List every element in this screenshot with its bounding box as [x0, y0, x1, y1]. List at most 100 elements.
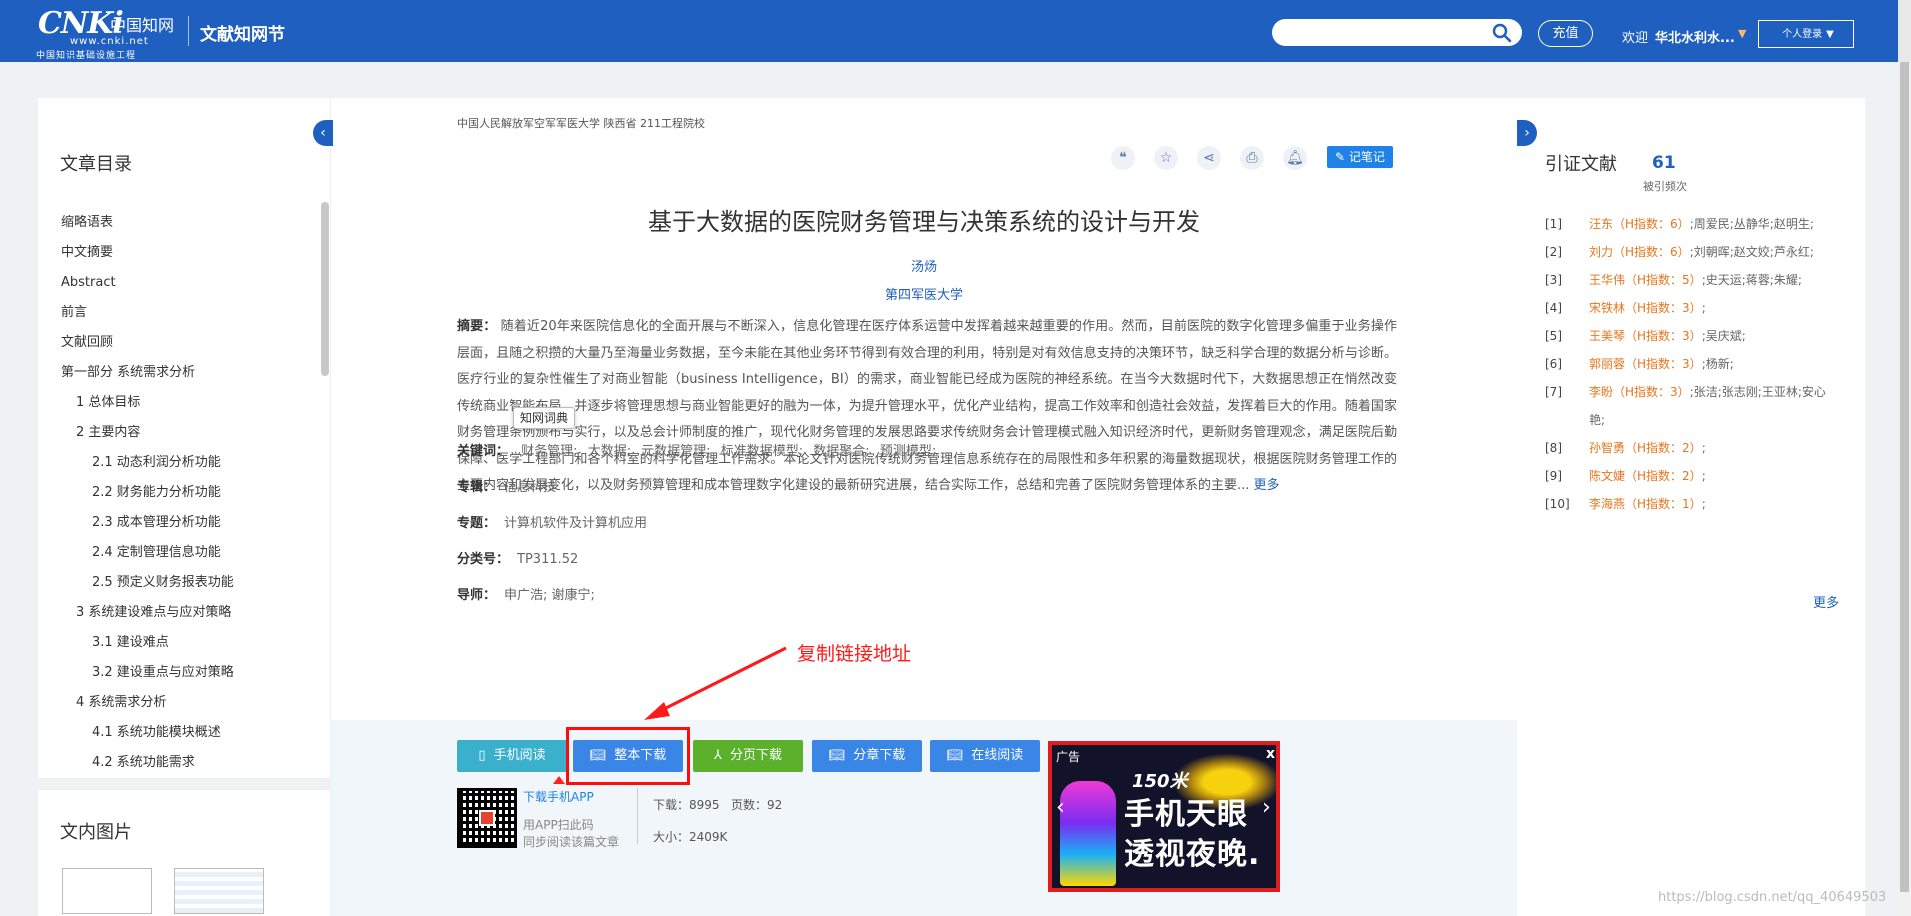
welcome-text: 欢迎 — [1622, 31, 1649, 46]
page-download-button[interactable]: ⅄ 分页下载 — [693, 740, 803, 772]
logo-url: www.cnki.net — [70, 36, 149, 47]
toc-item[interactable]: 2.1 动态利润分析功能 — [38, 448, 318, 478]
citation-author[interactable]: 宋铁林 — [1589, 301, 1625, 315]
citation-item[interactable]: [7] 李盼（H指数：3）;张洁;张志刚;王亚林;安心艳; — [1545, 378, 1841, 434]
keyword-link[interactable]: 大数据; — [588, 444, 631, 459]
citation-item[interactable]: [4] 宋铁林（H指数：3）; — [1545, 294, 1841, 322]
search-icon[interactable] — [1491, 22, 1513, 44]
ad-slogan: 手机天眼 透视夜晚. — [1124, 795, 1260, 875]
cnki-logo[interactable]: CNKi 中国知网 www.cnki.net 中国知识基础设施工程 — [36, 6, 178, 61]
citation-count[interactable]: 61 — [1652, 153, 1676, 173]
h-index: （H指数：3） — [1613, 385, 1690, 399]
close-icon[interactable]: x — [1266, 746, 1275, 762]
site-name[interactable]: 文献知网节 — [200, 20, 285, 45]
download-count: 下载：8995 — [653, 798, 720, 812]
citation-item[interactable]: [3] 王华伟（H指数：5）;史天运;蒋蓉;朱耀; — [1545, 266, 1841, 294]
citation-item[interactable]: [2] 刘力（H指数：6）;刘朝晖;赵文姣;芦永红; — [1545, 238, 1841, 266]
toc-item[interactable]: 2.3 成本管理分析功能 — [38, 508, 318, 538]
toc-item[interactable]: 3.1 建设难点 — [38, 628, 318, 658]
quote-icon[interactable]: ❝ — [1111, 146, 1135, 170]
print-icon[interactable]: ⎙ — [1240, 146, 1264, 170]
pointer-triangle — [553, 776, 565, 784]
citation-index: [9] — [1545, 469, 1562, 483]
toc-item[interactable]: 2.5 预定义财务报表功能 — [38, 568, 318, 598]
citation-author[interactable]: 孙智勇 — [1589, 441, 1625, 455]
citation-author[interactable]: 王华伟 — [1589, 273, 1625, 287]
search-input[interactable] — [1272, 19, 1522, 46]
toc-item[interactable]: 2.4 定制管理信息功能 — [38, 538, 318, 568]
topic-row: 专题： 计算机软件及计算机应用 — [457, 512, 647, 531]
citation-author[interactable]: 李海燕 — [1589, 497, 1625, 511]
toc-item[interactable]: 2 主要内容 — [38, 418, 318, 448]
toc-item[interactable]: 文献回顾 — [38, 328, 318, 358]
toc-item[interactable]: 缩略语表 — [38, 208, 318, 238]
citations-more-link[interactable]: 更多 — [1813, 592, 1839, 611]
class-row: 分类号： TP311.52 — [457, 548, 578, 567]
keyword-link[interactable]: 预测模型; — [880, 444, 936, 459]
file-size: 大小：2409K — [653, 830, 728, 844]
citation-author[interactable]: 王美琴 — [1589, 329, 1625, 343]
chevron-left-icon[interactable]: ‹ — [1056, 795, 1065, 820]
citation-item[interactable]: [9] 陈文婕（H指数：2）; — [1545, 462, 1841, 490]
advisor-value[interactable]: 申广浩; 谢康宁; — [504, 588, 595, 603]
pencil-icon: ✎ — [1335, 150, 1349, 164]
toc-item[interactable]: 2.2 财务能力分析功能 — [38, 478, 318, 508]
collapse-left-icon[interactable]: ‹ — [313, 120, 333, 146]
citation-item[interactable]: [6] 郭丽蓉（H指数：3）;杨新; — [1545, 350, 1841, 378]
personal-login-button[interactable]: 个人登录 ▼ — [1758, 20, 1854, 48]
keyword-link[interactable]: 数据聚合; — [813, 444, 869, 459]
citation-author[interactable]: 刘力 — [1589, 245, 1613, 259]
qr-logo — [479, 810, 495, 826]
author-link[interactable]: 汤炀 — [331, 256, 1517, 275]
toc-item[interactable]: 4.1 系统功能模块概述 — [38, 718, 318, 748]
toc-item[interactable]: 4.2 系统功能需求 — [38, 748, 318, 778]
toc-item[interactable]: 第一部分 系统需求分析 — [38, 358, 318, 388]
affiliation-link[interactable]: 第四军医大学 — [331, 284, 1517, 303]
citation-author[interactable]: 郭丽蓉 — [1589, 357, 1625, 371]
toc-item[interactable]: 3 系统建设难点与应对策略 — [38, 598, 318, 628]
download-app-link[interactable]: 下载手机APP — [523, 788, 594, 805]
citation-author[interactable]: 李盼 — [1589, 385, 1613, 399]
citation-author[interactable]: 汪东 — [1589, 217, 1613, 231]
citation-item[interactable]: [8] 孙智勇（H指数：2）; — [1545, 434, 1841, 462]
figure-thumbnail[interactable] — [174, 868, 264, 914]
citation-author[interactable]: 陈文婕 — [1589, 469, 1625, 483]
app-hint: 用APP扫此码 — [523, 818, 594, 832]
toc-item[interactable]: 4 系统需求分析 — [38, 688, 318, 718]
recharge-button[interactable]: 充值 — [1538, 20, 1593, 47]
toc-item[interactable]: 1 总体目标 — [38, 388, 318, 418]
keyword-link[interactable]: 标准数据模型; — [721, 444, 803, 459]
toc-scrollbar[interactable] — [321, 202, 329, 376]
book-icon: 📖︎ — [828, 748, 846, 763]
chevron-right-icon[interactable]: › — [1262, 795, 1271, 820]
online-read-button[interactable]: 📖︎ 在线阅读 — [930, 740, 1040, 772]
series-row: 专辑： 信息科技 — [457, 476, 556, 495]
toc-item[interactable]: Abstract — [38, 268, 318, 298]
share-icon[interactable]: ⋖ — [1197, 146, 1221, 170]
take-note-button[interactable]: ✎ 记笔记 — [1327, 146, 1393, 168]
citation-item[interactable]: [5] 王美琴（H指数：3）;吴庆斌; — [1545, 322, 1841, 350]
bell-icon[interactable]: 🔔︎ — [1283, 146, 1307, 170]
chapter-download-button[interactable]: 📖︎ 分章下载 — [812, 740, 922, 772]
figure-thumbnail[interactable] — [62, 868, 152, 914]
page-download-label: 分页下载 — [729, 748, 782, 763]
keyword-link[interactable]: 元数据管理; — [641, 444, 710, 459]
keyword-link[interactable]: 财务管理; — [521, 444, 577, 459]
paper-title: 基于大数据的医院财务管理与决策系统的设计与开发 — [648, 208, 1200, 236]
citation-index: [5] — [1545, 329, 1562, 343]
mobile-read-button[interactable]: ▯ 手机阅读 — [457, 740, 567, 772]
star-icon[interactable]: ☆ — [1154, 146, 1178, 170]
toc-item[interactable]: 中文摘要 — [38, 238, 318, 268]
citation-index: [4] — [1545, 301, 1562, 315]
dictionary-tooltip[interactable]: 知网词典 — [513, 407, 576, 429]
h-index: （H指数：1） — [1625, 497, 1702, 511]
toc-item[interactable]: 前言 — [38, 298, 318, 328]
citation-item[interactable]: [10] 李海燕（H指数：1）; — [1545, 490, 1841, 518]
citation-item[interactable]: [1] 汪东（H指数：6）;周爱民;丛静华;赵明生; — [1545, 210, 1841, 238]
toc-item[interactable]: 3.2 建设重点与应对策略 — [38, 658, 318, 688]
page-scrollbar-thumb[interactable] — [1900, 62, 1909, 892]
abstract-more-link[interactable]: 更多 — [1254, 478, 1280, 493]
ad-banner[interactable]: 广告 x 150米 手机天眼 透视夜晚. ‹ › — [1048, 741, 1280, 892]
institution-name[interactable]: 华北水利水... — [1655, 27, 1735, 46]
chevron-down-icon[interactable]: ▼ — [1738, 27, 1746, 40]
